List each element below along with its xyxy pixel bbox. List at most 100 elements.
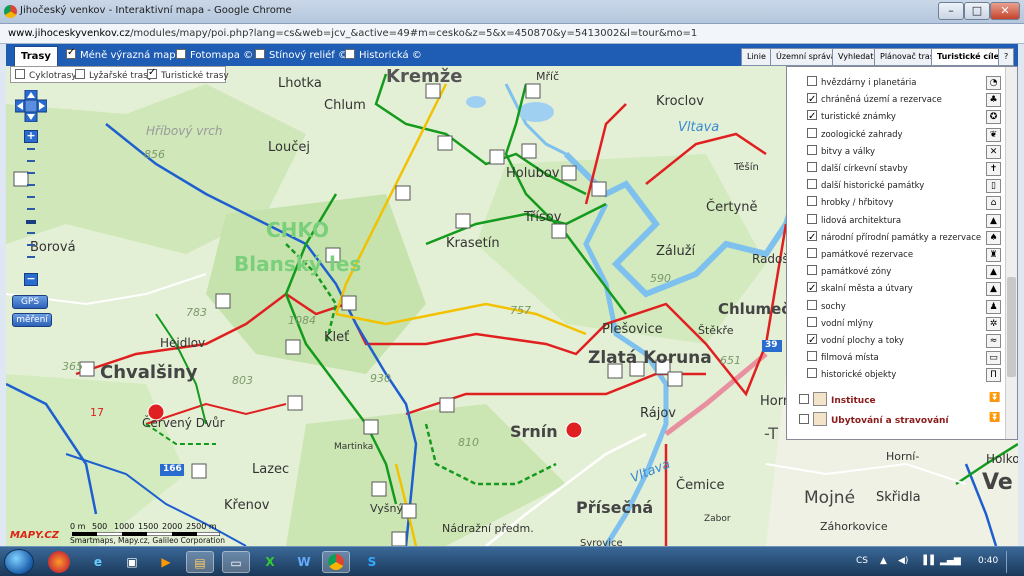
expand-icon[interactable]: ⏬ [989, 413, 1000, 423]
zoom-out-button[interactable]: − [24, 273, 38, 286]
checkbox-icon[interactable] [799, 394, 809, 404]
checkbox-icon[interactable] [807, 108, 817, 125]
layer-toggle-historic[interactable]: Historická © [345, 49, 422, 61]
layer-toggle-photomap[interactable]: Fotomapa © [176, 49, 253, 61]
checkbox-icon[interactable] [807, 368, 817, 379]
tab-uzemni-sprava[interactable]: Územní správa [770, 48, 842, 66]
map-attribution[interactable]: Smartmaps, Mapy.cz, Galileo Corporation [70, 536, 225, 545]
signal-icon[interactable]: ▂▄▆ [940, 556, 961, 566]
skype-icon[interactable]: S [358, 551, 386, 573]
checkbox-icon[interactable] [807, 76, 817, 86]
start-button[interactable] [4, 549, 34, 575]
gps-button[interactable]: GPS [12, 295, 48, 309]
poi-category-row[interactable]: památkové zóny [807, 264, 891, 281]
checkbox-icon[interactable] [807, 332, 817, 349]
maximize-button[interactable]: □ [964, 2, 990, 20]
checkbox-icon[interactable] [799, 414, 809, 424]
layer-toggle-less-prominent[interactable]: Méně výrazná mapa [66, 47, 182, 61]
poi-category-row[interactable]: chráněná území a rezervace [807, 91, 942, 109]
clock[interactable]: 0:40 [978, 556, 998, 566]
poi-category-row[interactable]: hvězdárny i planetária [807, 75, 916, 92]
checkbox-icon[interactable] [255, 49, 265, 59]
checkbox-icon[interactable] [807, 351, 817, 362]
poi-category-row[interactable]: zoologické zahrady [807, 127, 903, 144]
poi-category-row[interactable]: další historické památky [807, 178, 924, 195]
measure-button[interactable]: měření [12, 313, 52, 327]
window-thumbnail-icon[interactable]: ▭ [222, 551, 250, 573]
zoom-slider[interactable] [25, 130, 37, 290]
ie-icon[interactable]: e [84, 551, 112, 573]
checkbox-icon[interactable] [15, 69, 25, 79]
checkbox-icon[interactable] [345, 49, 355, 59]
pan-control[interactable] [15, 90, 47, 122]
poi-category-row[interactable]: skalní města a útvary [807, 280, 913, 298]
excel-icon[interactable]: X [256, 551, 284, 573]
place-label: Záluží [656, 244, 696, 259]
checkbox-icon[interactable] [807, 179, 817, 190]
poi-section-header[interactable]: Instituce [799, 392, 876, 406]
layer-toggle-relief[interactable]: Stínový reliéf © [255, 49, 348, 61]
route-toggle-ski[interactable]: Lyžařské trasy [75, 69, 153, 81]
poi-category-row[interactable]: sochy [807, 299, 846, 316]
checkbox-icon[interactable] [807, 213, 817, 224]
show-desktop-button[interactable] [1006, 551, 1020, 573]
route-toggle-cycle[interactable]: Cyklotrasy [15, 69, 77, 81]
tab-turisticke-cile[interactable]: Turistické cíle [931, 48, 1005, 66]
scroll-icon: ▯ [986, 179, 1001, 194]
checkbox-icon[interactable] [807, 144, 817, 155]
poi-category-row[interactable]: památkové rezervace [807, 247, 913, 264]
poi-category-row[interactable]: hrobky / hřbitovy [807, 195, 893, 212]
network-icon[interactable]: ▐▐ [920, 556, 934, 566]
checkbox-icon[interactable] [66, 47, 76, 59]
address-bar[interactable]: www.jihoceskyvenkov.cz/modules/mapy/poi.… [0, 24, 1024, 44]
checkbox-icon[interactable] [807, 91, 817, 108]
media-icon[interactable]: ▶ [152, 551, 180, 573]
tab-linie[interactable]: Linie [741, 48, 772, 66]
checkbox-icon[interactable] [807, 316, 817, 327]
checkbox-icon[interactable] [807, 299, 817, 310]
save-icon[interactable]: ▣ [118, 551, 146, 573]
url-text[interactable]: www.jihoceskyvenkov.cz/modules/mapy/poi.… [8, 28, 697, 39]
checkbox-icon[interactable] [807, 162, 817, 172]
checkbox-icon[interactable] [807, 265, 817, 276]
poi-category-row[interactable]: další církevní stavby [807, 161, 908, 178]
poi-section-header[interactable]: Ubytování a stravování [799, 412, 949, 426]
chrome-taskbar-icon[interactable] [322, 551, 350, 573]
checkbox-icon[interactable] [807, 229, 817, 246]
volume-icon[interactable]: ◀) [898, 556, 908, 566]
poi-category-row[interactable]: vodní mlýny [807, 316, 873, 333]
checkbox-icon[interactable] [147, 67, 157, 79]
place-label: Ve [982, 470, 1013, 495]
scroll-thumb[interactable] [1007, 277, 1016, 377]
place-label: Hříbový vrch [146, 124, 223, 138]
minimize-button[interactable]: – [938, 2, 964, 20]
firefox-icon[interactable] [48, 551, 70, 573]
checkbox-icon[interactable] [807, 196, 817, 207]
panel-scrollbar[interactable] [1005, 67, 1017, 439]
poi-category-row[interactable]: turistické známky [807, 108, 896, 126]
checkbox-icon[interactable] [807, 248, 817, 258]
tab-vyhledat[interactable]: Vyhledat [832, 48, 880, 66]
route-toggle-hiking[interactable]: Turistické trasy [147, 67, 229, 81]
poi-category-row[interactable]: národní přírodní památky a rezervace [807, 229, 981, 247]
poi-category-row[interactable]: lidová architektura [807, 213, 901, 230]
place-label: Syrovice [580, 538, 623, 546]
language-indicator[interactable]: CS [856, 556, 868, 566]
checkbox-icon[interactable] [75, 69, 85, 79]
checkbox-icon[interactable] [807, 127, 817, 138]
checkbox-icon[interactable] [176, 49, 186, 59]
word-icon[interactable]: W [290, 551, 318, 573]
help-button[interactable]: ? [998, 48, 1015, 66]
tray-arrow-icon[interactable]: ▲ [880, 556, 887, 566]
poi-category-row[interactable]: vodní plochy a toky [807, 332, 904, 350]
place-label: -T [764, 424, 779, 443]
telescope-icon: ◔ [986, 76, 1001, 90]
expand-icon[interactable]: ⏬ [989, 393, 1000, 403]
poi-category-row[interactable]: filmová místa [807, 350, 879, 367]
tab-trasy[interactable]: Trasy [14, 46, 58, 66]
poi-category-row[interactable]: historické objekty [807, 367, 896, 384]
folder-icon[interactable]: ▤ [186, 551, 214, 573]
checkbox-icon[interactable] [807, 280, 817, 297]
poi-category-row[interactable]: bitvy a války [807, 144, 875, 161]
close-button[interactable]: ✕ [990, 2, 1020, 20]
